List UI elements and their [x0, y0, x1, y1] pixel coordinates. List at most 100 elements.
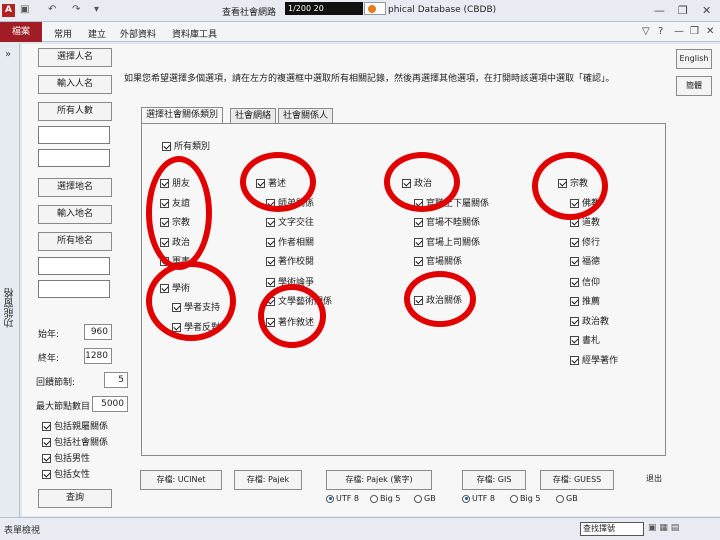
- instructions-text: 如果您希望選擇多個選項，請在左方的複選框中選取所有相關記錄，然後再選擇其他選項，…: [124, 74, 615, 84]
- encoding-radio-big5[interactable]: Big 5: [370, 494, 400, 503]
- all-persons-button[interactable]: 所有人數: [38, 102, 112, 121]
- category-checkbox[interactable]: 著作校閱: [266, 254, 314, 267]
- category-label: 著述: [268, 179, 287, 189]
- person-list-box-1[interactable]: [38, 126, 110, 144]
- input-person-button[interactable]: 輸入人名: [38, 75, 112, 94]
- category-checkbox[interactable]: 經學著作: [570, 353, 618, 366]
- redo-icon[interactable]: ↷: [72, 4, 80, 15]
- nav-pane-label[interactable]: 功能窗格: [3, 288, 17, 328]
- tab-external-data[interactable]: 外部資料: [120, 27, 156, 40]
- category-checkbox[interactable]: 書札: [570, 333, 600, 346]
- encoding-radio-big5-2[interactable]: Big 5: [510, 494, 540, 503]
- category-checkbox[interactable]: 宗教: [558, 176, 588, 189]
- save-icon[interactable]: ▣: [20, 4, 29, 15]
- tab-database-tools[interactable]: 資料庫工具: [172, 27, 217, 40]
- start-year-input[interactable]: 960: [84, 324, 112, 340]
- english-button[interactable]: English: [676, 49, 712, 69]
- simplified-button[interactable]: 簡體: [676, 76, 712, 96]
- help-icon[interactable]: ?: [658, 26, 663, 37]
- ribbon-minimize-icon[interactable]: —: [674, 26, 684, 37]
- category-checkbox[interactable]: 友誼: [160, 196, 190, 209]
- include-female-checkbox[interactable]: 包括女性: [42, 467, 90, 480]
- title-record-field[interactable]: 1/200 20: [285, 2, 363, 15]
- category-checkbox[interactable]: 師弟關係: [266, 196, 314, 209]
- end-year-input[interactable]: 1280: [84, 348, 112, 364]
- category-checkbox[interactable]: 政治: [160, 235, 190, 248]
- nav-expand-icon[interactable]: »: [5, 49, 11, 60]
- minimize-button[interactable]: —: [654, 4, 665, 17]
- export-gis-button[interactable]: 存檔: GIS: [462, 470, 526, 490]
- category-checkbox[interactable]: 官場關係: [414, 254, 462, 267]
- category-checkbox[interactable]: 學術: [160, 281, 190, 294]
- export-guess-button[interactable]: 存檔: GUESS: [540, 470, 614, 490]
- category-checkbox[interactable]: 文學藝術關係: [266, 294, 332, 307]
- max-nodes-input[interactable]: 5000: [92, 396, 128, 412]
- category-checkbox[interactable]: 道教: [570, 215, 600, 228]
- category-checkbox[interactable]: 著述: [256, 176, 286, 189]
- category-checkbox[interactable]: 軍事: [160, 254, 190, 267]
- radio-label: Big 5: [520, 494, 541, 503]
- place-list-box-2[interactable]: [38, 280, 110, 298]
- category-checkbox[interactable]: 宗教: [160, 215, 190, 228]
- category-checkbox[interactable]: 學者支持: [172, 300, 220, 313]
- category-checkbox[interactable]: 朋友: [160, 176, 190, 189]
- category-checkbox[interactable]: 官場不睦關係: [414, 215, 480, 228]
- category-checkbox[interactable]: 政治關係: [414, 293, 462, 306]
- tab-file[interactable]: 檔案: [0, 22, 42, 42]
- access-app-icon[interactable]: A: [2, 4, 15, 17]
- radio-label: GB: [424, 494, 436, 503]
- export-ucinet-button[interactable]: 存檔: UCINet: [140, 470, 222, 490]
- all-categories-checkbox[interactable]: 所有類別: [162, 139, 210, 152]
- exit-button[interactable]: 退出: [630, 470, 678, 490]
- select-place-button[interactable]: 選擇地名: [38, 178, 112, 197]
- view-switch-icons[interactable]: ▣ ▦ ▤: [648, 523, 679, 533]
- category-checkbox[interactable]: 修行: [570, 235, 600, 248]
- category-label: 修行: [582, 238, 601, 248]
- qat-dropdown-icon[interactable]: ▾: [94, 4, 99, 15]
- firefox-icon[interactable]: [364, 2, 386, 15]
- category-checkbox[interactable]: 學術論爭: [266, 275, 314, 288]
- tab-relation-category[interactable]: 選擇社會關係類別: [141, 107, 224, 124]
- category-checkbox[interactable]: 著作敘述: [266, 315, 314, 328]
- export-pajek-trad-button[interactable]: 存檔: Pajek (繁字): [326, 470, 432, 490]
- category-checkbox[interactable]: 官職上下屬關係: [414, 196, 489, 209]
- include-male-checkbox[interactable]: 包括男性: [42, 451, 90, 464]
- category-checkbox[interactable]: 作者相關: [266, 235, 314, 248]
- encoding-radio-utf8[interactable]: UTF 8: [326, 494, 359, 503]
- export-pajek-button[interactable]: 存檔: Pajek: [234, 470, 302, 490]
- tab-social-person[interactable]: 社會關係人: [278, 108, 334, 124]
- undo-icon[interactable]: ↶: [48, 4, 56, 15]
- all-places-button[interactable]: 所有地名: [38, 232, 112, 251]
- encoding-radio-gb-2[interactable]: GB: [556, 494, 578, 503]
- loop-input[interactable]: 5: [104, 372, 128, 388]
- ribbon-restore-icon[interactable]: ❐: [690, 26, 699, 37]
- category-checkbox[interactable]: 佛教: [570, 196, 600, 209]
- category-checkbox[interactable]: 文字交往: [266, 215, 314, 228]
- close-button[interactable]: ✕: [702, 4, 711, 17]
- category-checkbox[interactable]: 推薦: [570, 294, 600, 307]
- end-year-label: 終年:: [38, 354, 60, 364]
- tab-home[interactable]: 常用: [54, 27, 72, 40]
- tab-create[interactable]: 建立: [88, 27, 106, 40]
- ribbon-collapse-icon[interactable]: ▽: [642, 26, 650, 37]
- encoding-radio-utf8-2[interactable]: UTF 8: [462, 494, 495, 503]
- category-checkbox[interactable]: 福德: [570, 254, 600, 267]
- select-person-button[interactable]: 選擇人名: [38, 48, 112, 67]
- category-label: 政治: [414, 179, 433, 189]
- tab-social-network[interactable]: 社會網絡: [230, 108, 277, 124]
- place-list-box-1[interactable]: [38, 257, 110, 275]
- category-checkbox[interactable]: 官場上司關係: [414, 235, 480, 248]
- encoding-radio-gb[interactable]: GB: [414, 494, 436, 503]
- loop-label: 回饋節制:: [36, 378, 76, 388]
- category-checkbox[interactable]: 學者反對: [172, 320, 220, 333]
- input-place-button[interactable]: 輸入地名: [38, 205, 112, 224]
- category-checkbox[interactable]: 信仰: [570, 275, 600, 288]
- include-social-checkbox[interactable]: 包括社會關係: [42, 435, 108, 448]
- query-button[interactable]: 查詢: [38, 489, 112, 508]
- include-kinship-checkbox[interactable]: 包括親屬關係: [42, 419, 108, 432]
- person-list-box-2[interactable]: [38, 149, 110, 167]
- restore-button[interactable]: ❐: [678, 4, 688, 17]
- ribbon-close-icon[interactable]: ✕: [706, 26, 714, 37]
- category-checkbox[interactable]: 政治教: [570, 314, 609, 327]
- category-checkbox[interactable]: 政治: [402, 176, 432, 189]
